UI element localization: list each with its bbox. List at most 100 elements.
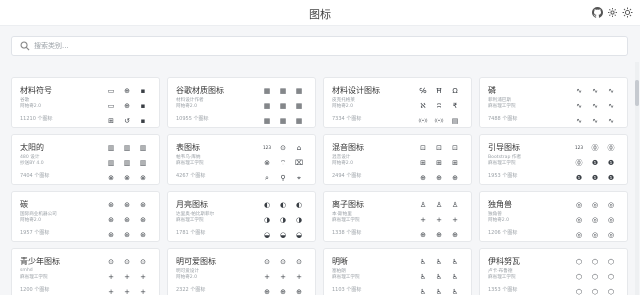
sample-icon: ▦ <box>295 86 303 95</box>
icon-samples: ▦ ▦ ▦ ▦ ▦ ▦ ▦ ▦ ▦ <box>261 85 309 127</box>
sample-icon: ⊛ <box>108 215 114 224</box>
sample-icon: ◒ <box>279 230 287 239</box>
collection-count: 1200 个图标 <box>20 287 50 293</box>
sample-icon: + <box>452 215 458 224</box>
collection-license: 阿帕奇2.0 <box>332 161 354 166</box>
search-bar <box>11 36 628 56</box>
collection-count: 2494 个图标 <box>332 173 362 179</box>
collection-count: 4267 个图标 <box>176 173 206 179</box>
collection-card[interactable]: 表图标 帕韦乌·库纳 麻省理工学院 4267 个图标 123 ⊙ ⌂ ⊗ ⌔ ⌧ ⌕ ⚲ ⌖ <box>167 134 316 185</box>
page-title: 图标 <box>309 8 331 21</box>
sample-icon: ♿ <box>451 287 459 295</box>
scrollbar[interactable] <box>635 62 639 295</box>
sample-icon: ⊗ <box>108 173 114 182</box>
sample-icon: + <box>140 272 146 281</box>
collection-card[interactable]: 月亮图标 达里奥·帕比斯菲尔 麻省理工学院 1781 个图标 ◐ ◐ ◐ ◑ ◑ ◑ ◒ ◒ ◒ <box>167 191 316 242</box>
collection-license: 阿帕奇2.0 <box>176 104 198 109</box>
collection-card[interactable]: 青少年图标 smhd 麻省理工学院 1200 个图标 ⊙ ⊙ ⊙ + + + + + + <box>11 248 160 295</box>
sample-icon: ℅ <box>419 86 427 95</box>
collection-name: 明可爱图标 <box>176 257 216 266</box>
sample-icon: ▥ <box>107 158 115 167</box>
icon-samples: ♿ ♿ ♿ ♿ ♿ ♿ ♿ ♿ ♿ <box>417 256 465 295</box>
icon-samples: 123 ⊙ ⌂ ⊗ ⌔ ⌧ ⌕ ⚲ ⌖ <box>261 142 309 184</box>
sample-icon: ▦ <box>279 86 287 95</box>
sample-icon: ▥ <box>107 143 115 152</box>
collection-card[interactable]: 离子图标 本·斯帕里 麻省理工学院 1338 个图标 ♙ ♙ ♙ + + + ⊕ ⊕ ⊕ <box>323 191 472 242</box>
collection-card[interactable]: 材料符号 谷歌 阿帕奇2.0 11210 个图标 ▭ ⊕ ▪ ▭ ⊕ ▪ ⊞ ↺ ▪ <box>11 77 160 128</box>
sample-icon: ▥ <box>139 143 147 152</box>
sample-icon: ⌂ <box>296 143 302 152</box>
collection-card[interactable]: 谷歌材质图标 材料设计作者 阿帕奇2.0 10955 个图标 ▦ ▦ ▦ ▦ ▦ ▦ ▦ ▦ ▦ <box>167 77 316 128</box>
sample-icon: ⊕ <box>264 287 270 295</box>
collection-license: 麻省理工学院 <box>332 275 360 280</box>
collection-count: 1206 个图标 <box>488 230 518 236</box>
sample-icon: ▦ <box>279 101 287 110</box>
collection-license: 麻省理工学院 <box>176 218 204 223</box>
collection-name: 表图标 <box>176 143 200 152</box>
sample-icon: + <box>108 272 114 281</box>
sample-icon: ∿ <box>576 86 582 95</box>
collection-card[interactable]: 材料设计图标 皮克托格莱 阿帕奇2.0 7334 个图标 ℅ Ħ Ω ℵ ʭ ₹ ((•)) ((•)… <box>323 77 472 128</box>
sample-icon: ⊕ <box>452 173 458 182</box>
collection-card[interactable]: 伊科努瓦 卢卡·布鲁德 麻省理工学院 1353 个图标 ⬡ ⬡ ⬡ ⬡ ⬡ ⬡ ⬡ ⬡ ⬡ <box>479 248 628 295</box>
collection-count: 10955 个图标 <box>176 116 209 122</box>
collection-card[interactable]: 碳国际商业机器公司 阿帕奇2.0 1957 个图标 ⊛ ⊛ ⊛ ⊛ ⊛ ⊛ ⊛ ⊛ ⊛ <box>11 191 160 242</box>
icon-samples: ℅ Ħ Ω ℵ ʭ ₹ ((•)) ((•)) ▤ <box>417 85 465 127</box>
sample-icon: ⬡ <box>591 257 599 266</box>
sample-icon: ⊙ <box>108 257 114 266</box>
sample-icon: ◎ <box>591 200 599 209</box>
search-input[interactable] <box>34 39 614 53</box>
collection-license: 阿帕奇2.0 <box>488 218 510 223</box>
sample-icon: ◎ <box>575 215 583 224</box>
sample-icon: ▦ <box>263 116 271 125</box>
sample-icon: ▥ <box>123 143 131 152</box>
collection-license: 麻省理工学院 <box>488 161 516 166</box>
sample-icon: ⓪ <box>607 143 615 152</box>
github-icon[interactable] <box>592 7 603 18</box>
collection-card[interactable]: 引导图标 Bootstrap 作者 麻省理工学院 1953 个图标 123 ⓪ ⓪ ⓪ ❶ ❶ ❶ ❶… <box>479 134 628 185</box>
icon-samples: ▭ ⊕ ▪ ▭ ⊕ ▪ ⊞ ↺ ▪ <box>105 85 153 127</box>
sample-icon: ◎ <box>575 200 583 209</box>
sample-icon: ⊕ <box>124 101 130 110</box>
sample-icon: ♙ <box>419 200 427 209</box>
collection-card[interactable]: 独角兽 独角兽 阿帕奇2.0 1206 个图标 ◎ ◎ ◎ ◎ ◎ ◎ ◎ ◎ ◎ <box>479 191 628 242</box>
sample-icon: ⊛ <box>108 230 114 239</box>
sample-icon: ◎ <box>591 215 599 224</box>
icon-samples: ◐ ◐ ◐ ◑ ◑ ◑ ◒ ◒ ◒ <box>261 199 309 241</box>
collection-license: 阿帕奇2.0 <box>20 104 42 109</box>
sample-icon: ♿ <box>435 287 443 295</box>
collection-card[interactable]: 磷菲利浦巴斯 麻省理工学院 7488 个图标 ∿ ∿ ∿ ∿ ∿ ∿ ∿ ∿ ∿ <box>479 77 628 128</box>
sample-icon: ▦ <box>279 116 287 125</box>
collection-license: 麻省理工学院 <box>488 275 516 280</box>
collection-license: 麻省理工学院 <box>176 161 204 166</box>
collection-card[interactable]: 明可爱图标 明可爱设计 阿帕奇2.0 2322 个图标 ⊙ ⊙ ⊙ + + + ⊕ ⊕ ⊕ <box>167 248 316 295</box>
sample-icon: ⌧ <box>294 158 304 167</box>
sample-icon: ▦ <box>263 86 271 95</box>
sample-icon: ◐ <box>279 200 287 209</box>
scrollbar-thumb[interactable] <box>635 80 639 106</box>
gear-icon[interactable] <box>607 7 618 18</box>
collection-card[interactable]: 太阳的 480 设计 抄送BY 4.0 7404 个图标 ▥ ▥ ▥ ▥ ▥ ▥ ⊗ ⊗ ⊗ <box>11 134 160 185</box>
sample-icon: ℵ <box>420 101 426 110</box>
sample-icon: ♿ <box>419 287 427 295</box>
sample-icon: ⓪ <box>575 158 583 167</box>
sun-icon[interactable] <box>622 7 633 18</box>
collection-author: smhd <box>20 268 33 273</box>
collection-card[interactable]: 混音图标 混音设计 阿帕奇2.0 2494 个图标 ⊡ ⊡ ⊡ ⊞ ⊞ ⊞ ⊕ ⊕ ⊕ <box>323 134 472 185</box>
sample-icon: + <box>420 215 426 224</box>
collection-name: 谷歌材质图标 <box>176 86 224 95</box>
sample-icon: + <box>280 272 286 281</box>
search-icon <box>20 41 30 51</box>
sample-icon: ▦ <box>263 101 271 110</box>
collection-name: 伊科努瓦 <box>488 257 520 266</box>
sample-icon: ♿ <box>451 257 459 266</box>
sample-icon: ⊕ <box>124 86 130 95</box>
sample-icon: + <box>108 287 114 295</box>
collection-name: 离子图标 <box>332 200 364 209</box>
collection-name: 青少年图标 <box>20 257 60 266</box>
sample-icon: ▪ <box>140 116 146 125</box>
sample-icon: ∿ <box>592 86 598 95</box>
sample-icon: ⬡ <box>575 272 583 281</box>
sample-icon: ◑ <box>279 215 287 224</box>
collection-card[interactable]: 明晰 塞柏朗 麻省理工学院 1103 个图标 ♿ ♿ ♿ ♿ ♿ ♿ ♿ ♿ ♿ <box>323 248 472 295</box>
